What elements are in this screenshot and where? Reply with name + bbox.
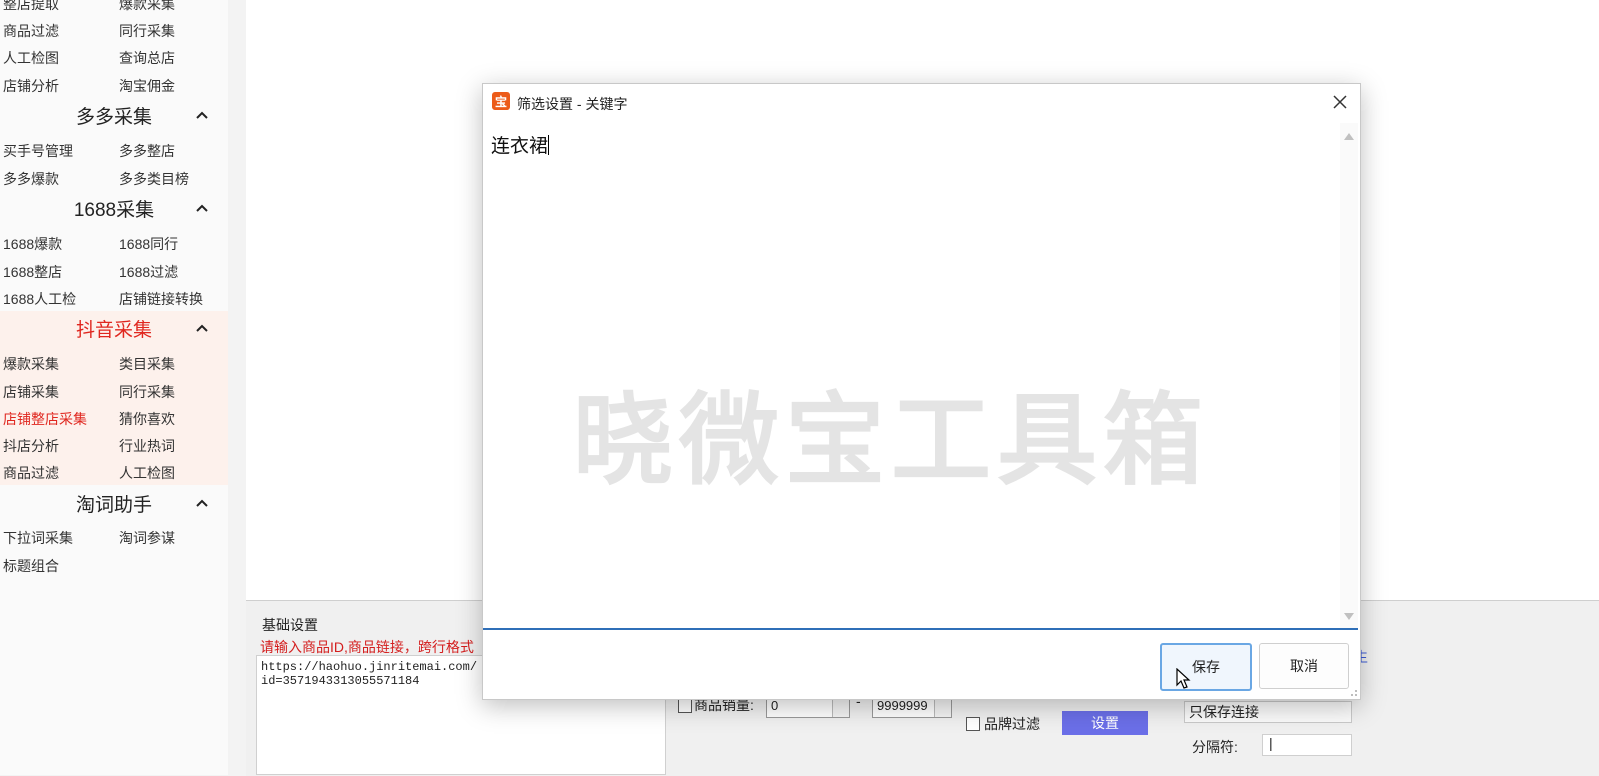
scroll-up-arrow[interactable] [1344, 133, 1354, 140]
dialog-titlebar[interactable]: 宝 筛选设置 - 关键字 [483, 84, 1360, 120]
sidebar-item[interactable]: 抖店分析 [3, 436, 59, 456]
section-header-duoduo[interactable]: 多多采集 [0, 98, 228, 132]
sales-max-value: 9999999 [877, 698, 928, 713]
sidebar-item[interactable]: 1688人工检 [3, 289, 76, 309]
section-header-douyin[interactable]: 抖音采集 [0, 311, 228, 345]
sidebar-item[interactable]: 店铺链接转换 [119, 289, 203, 309]
sidebar-item[interactable]: 查询总店 [119, 48, 175, 68]
sidebar-item[interactable]: 商品过滤 [3, 463, 59, 483]
sidebar-item[interactable]: 买手号管理 [3, 141, 73, 161]
app-logo-icon: 宝 [492, 92, 510, 110]
section-title: 淘词助手 [75, 494, 152, 516]
section-title: 抖音采集 [75, 319, 152, 341]
sidebar-item[interactable]: 爆款采集 [119, 0, 175, 14]
editor-scrollbar[interactable] [1340, 123, 1358, 628]
chevron-up-icon [196, 324, 208, 332]
editor-content: 连衣裙 [491, 131, 550, 158]
input-hint: 请输入商品ID,商品链接，跨行格式 [260, 639, 474, 655]
sidebar-item[interactable]: 多多类目榜 [119, 169, 189, 189]
sidebar-item[interactable]: 1688同行 [119, 234, 178, 254]
cancel-button[interactable]: 取消 [1259, 643, 1349, 689]
sidebar-item[interactable]: 标题组合 [3, 556, 59, 576]
section-title: 1688采集 [73, 199, 155, 221]
brand-settings-button[interactable]: 设置 [1062, 711, 1148, 735]
section-header-1688[interactable]: 1688采集 [0, 191, 228, 225]
chevron-down-icon [934, 699, 951, 717]
sidebar-item[interactable]: 商品过滤 [3, 21, 59, 41]
sidebar-item[interactable]: 1688整店 [3, 262, 62, 282]
sales-min-select[interactable]: 0 [766, 698, 850, 718]
chevron-down-icon [832, 699, 849, 717]
resize-grip-icon[interactable] [1348, 687, 1358, 697]
dialog-title: 筛选设置 - 关键字 [517, 96, 628, 112]
brand-filter-label: 品牌过滤 [984, 716, 1040, 732]
editor-text-value: 连衣裙 [491, 136, 549, 157]
sidebar-item-selected[interactable]: 店铺整店采集 [3, 409, 87, 429]
save-button[interactable]: 保存 [1160, 643, 1252, 691]
sales-min-value: 0 [771, 698, 779, 713]
save-mode-select[interactable]: 只保存连接 [1184, 701, 1352, 723]
sales-filter-checkbox[interactable] [678, 699, 692, 713]
sidebar-item[interactable]: 多多爆款 [3, 169, 59, 189]
sidebar-item[interactable]: 同行采集 [119, 382, 175, 402]
sidebar-item[interactable]: 店铺分析 [3, 76, 59, 96]
chevron-up-icon [196, 204, 208, 212]
separator-label: 分隔符: [1192, 739, 1238, 755]
sidebar-item[interactable]: 多多整店 [119, 141, 175, 161]
sidebar-item[interactable]: 店铺采集 [3, 382, 59, 402]
group-title: 基础设置 [260, 615, 320, 635]
sidebar: 整店提取 爆款采集 商品过滤 同行采集 人工检图 查询总店 店铺分析 淘宝佣金 … [0, 0, 228, 775]
sidebar-item[interactable]: 整店提取 [3, 0, 59, 14]
text-caret [548, 135, 550, 155]
section-title: 多多采集 [75, 106, 152, 128]
scroll-down-arrow[interactable] [1344, 613, 1354, 620]
save-mode-value: 只保存连接 [1189, 704, 1259, 720]
sidebar-item[interactable]: 爆款采集 [3, 354, 59, 374]
keyword-editor[interactable]: 连衣裙 晓微宝工具箱 [483, 123, 1358, 630]
close-icon[interactable] [1330, 92, 1350, 112]
sidebar-item[interactable]: 人工检图 [119, 463, 175, 483]
mouse-pointer-icon [1176, 668, 1191, 689]
sidebar-item[interactable]: 猜你喜欢 [119, 409, 175, 429]
sidebar-item[interactable]: 淘宝佣金 [119, 76, 175, 96]
sidebar-item[interactable]: 同行采集 [119, 21, 175, 41]
dialog-footer: 保存 取消 [483, 630, 1360, 699]
sidebar-item[interactable]: 行业热词 [119, 436, 175, 456]
sidebar-item[interactable]: 类目采集 [119, 354, 175, 374]
chevron-up-icon [196, 111, 208, 119]
sales-max-select[interactable]: 9999999 [872, 698, 952, 718]
separator-input[interactable]: | [1262, 734, 1352, 756]
sidebar-item[interactable]: 1688爆款 [3, 234, 62, 254]
sidebar-item[interactable]: 人工检图 [3, 48, 59, 68]
watermark-text: 晓微宝工具箱 [573, 385, 1209, 497]
filter-keyword-dialog: 宝 筛选设置 - 关键字 连衣裙 晓微宝工具箱 保存 取消 [482, 83, 1361, 700]
sidebar-item[interactable]: 下拉词采集 [3, 528, 73, 548]
sidebar-item[interactable]: 淘词参谋 [119, 528, 175, 548]
section-header-taoci[interactable]: 淘词助手 [0, 486, 228, 520]
sidebar-item[interactable]: 1688过滤 [119, 262, 178, 282]
brand-filter-checkbox[interactable] [966, 717, 980, 731]
chevron-up-icon [196, 499, 208, 507]
